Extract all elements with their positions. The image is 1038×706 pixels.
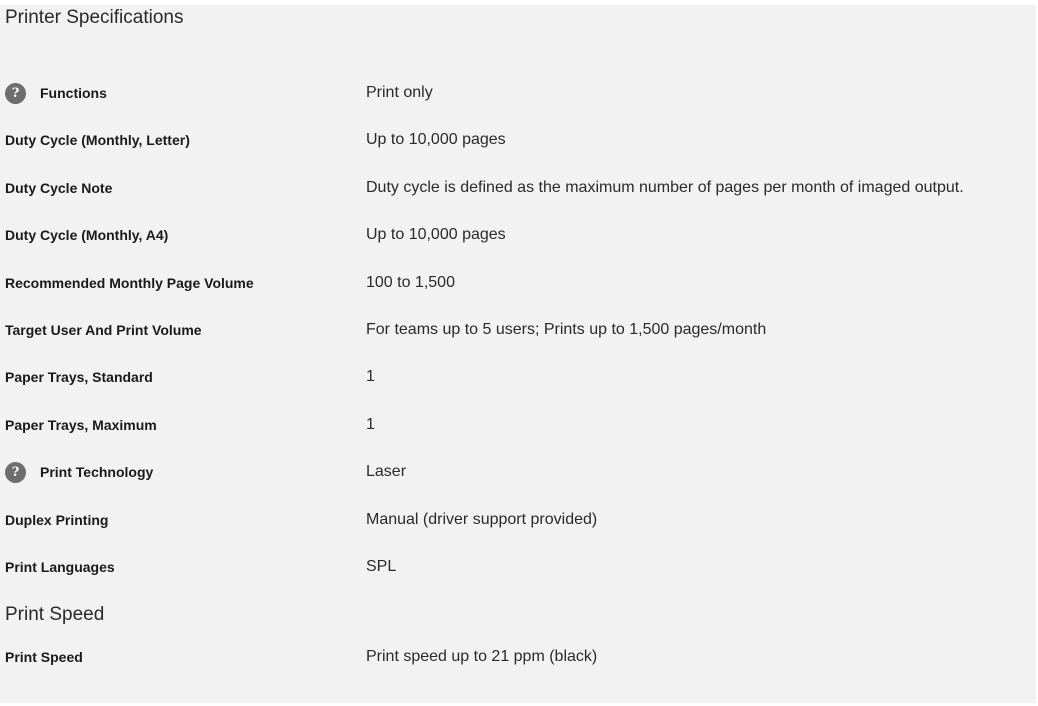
spec-label: Duty Cycle (Monthly, Letter) xyxy=(5,132,190,149)
section-title: Printer Specifications xyxy=(5,7,184,28)
spec-value: Laser xyxy=(366,463,407,481)
spec-value: Print only xyxy=(366,84,433,101)
spec-label: Duplex Printing xyxy=(5,511,109,528)
spec-row: Target User And Print Volume For teams up… xyxy=(5,318,1035,342)
spec-label: Recommended Monthly Page Volume xyxy=(5,274,254,291)
spec-label: Target User And Print Volume xyxy=(5,322,202,338)
spec-label: Paper Trays, Standard xyxy=(5,369,153,386)
spec-value: Up to 10,000 pages xyxy=(366,131,506,149)
spec-label-cell: Paper Trays, Standard xyxy=(5,369,366,385)
spec-value: Duty cycle is defined as the maximum num… xyxy=(366,178,964,196)
spec-label: Print Technology xyxy=(40,464,154,481)
spec-value: Print speed up to 21 ppm (black) xyxy=(366,648,598,665)
help-icon[interactable]: ? xyxy=(5,82,26,104)
spec-label-cell: ? Print Technology xyxy=(5,461,366,483)
help-icon[interactable]: ? xyxy=(5,461,26,483)
spec-label: Print Speed xyxy=(5,649,83,665)
spec-row: Duplex Printing Manual (driver support pr… xyxy=(5,508,1035,532)
spec-value: Manual (driver support provided) xyxy=(366,510,598,528)
spec-row: Paper Trays, Standard 1 xyxy=(5,365,1035,389)
spec-label: Print Languages xyxy=(5,559,115,575)
spec-row: ? Functions Print only xyxy=(5,81,1035,105)
spec-value: 100 to 1,500 xyxy=(366,273,455,291)
spec-row: Print Languages SPL xyxy=(5,555,1035,579)
spec-label-cell: Duty Cycle (Monthly, A4) xyxy=(5,227,366,243)
spec-value: For teams up to 5 users; Prints up to 1,… xyxy=(366,321,767,338)
spec-value: 1 xyxy=(366,368,375,386)
spec-label-cell: Paper Trays, Maximum xyxy=(5,417,366,433)
spec-value: SPL xyxy=(366,558,397,575)
spec-label: Functions xyxy=(40,85,107,101)
spec-value: 1 xyxy=(366,415,375,433)
spec-row-print-speed: Print Speed Print speed up to 21 ppm (bl… xyxy=(5,645,1035,669)
spec-row: ? Print Technology Laser xyxy=(5,460,1035,484)
print-speed-section-title: Print Speed xyxy=(5,604,105,625)
specs-panel: Printer Specifications ? Functions Print o… xyxy=(0,5,1036,703)
spec-row: Duty Cycle Note Duty cycle is defined as … xyxy=(5,176,1035,200)
spec-label-cell: Duty Cycle (Monthly, Letter) xyxy=(5,132,366,148)
spec-label: Duty Cycle Note xyxy=(5,179,113,196)
spec-value: Up to 10,000 pages xyxy=(366,226,506,244)
spec-label-cell: Duty Cycle Note xyxy=(5,180,366,196)
spec-row: Duty Cycle (Monthly, A4) Up to 10,000 pag… xyxy=(5,223,1035,247)
spec-label-cell: Recommended Monthly Page Volume xyxy=(5,275,366,291)
spec-row: Recommended Monthly Page Volume 100 to 1,… xyxy=(5,271,1035,295)
spec-label-cell: Print Languages xyxy=(5,559,366,575)
spec-row: Duty Cycle (Monthly, Letter) Up to 10,000… xyxy=(5,128,1035,152)
spec-label: Duty Cycle (Monthly, A4) xyxy=(5,227,169,244)
spec-label-cell: ? Functions xyxy=(5,82,366,104)
spec-label-cell: Target User And Print Volume xyxy=(5,322,366,338)
spec-label: Paper Trays, Maximum xyxy=(5,416,157,433)
spec-label-cell: Duplex Printing xyxy=(5,512,366,528)
spec-row: Paper Trays, Maximum 1 xyxy=(5,413,1035,437)
